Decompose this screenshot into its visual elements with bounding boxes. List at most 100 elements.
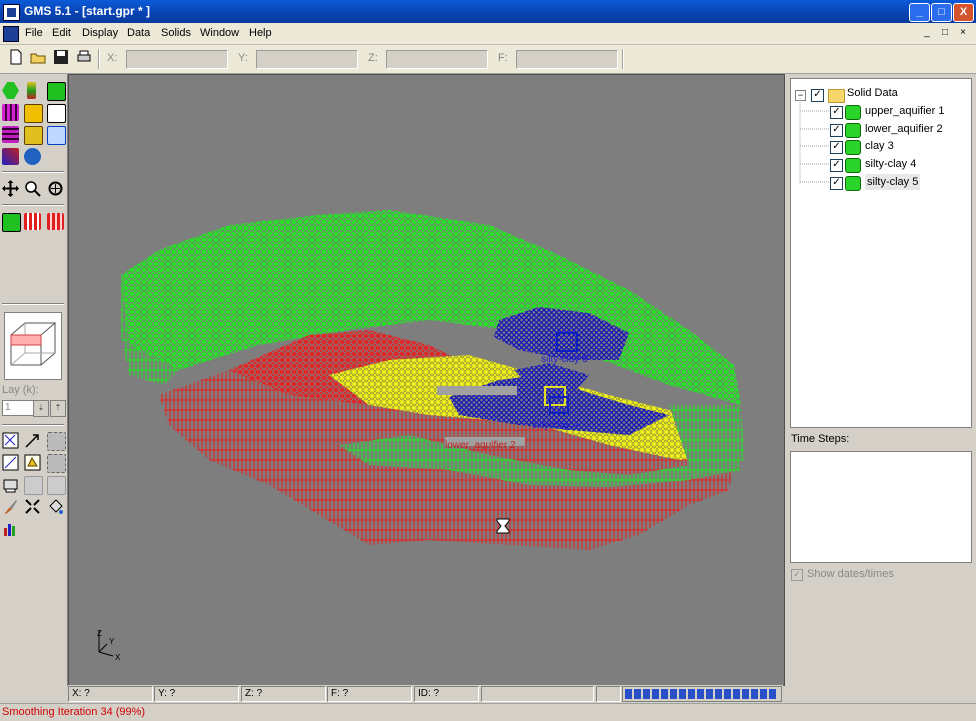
mesh3d-module-icon[interactable] [2, 126, 19, 143]
layer-down-button[interactable]: ⇣ [33, 400, 49, 417]
label-lower-aquifier-2: lower_aquifier 2 [445, 440, 516, 451]
scatter-module-icon[interactable] [47, 104, 66, 123]
solid-module-icon[interactable] [47, 82, 66, 101]
select-arrow-icon[interactable] [24, 432, 41, 449]
status-message: Smoothing Iteration 34 (99%) [2, 706, 146, 718]
menu-solids[interactable]: Solids [161, 27, 191, 39]
tree-item-label[interactable]: clay 3 [865, 138, 894, 154]
progress-segment [697, 689, 704, 699]
scatter3d-module-icon[interactable] [47, 126, 66, 145]
status-x: X: ? [68, 686, 153, 702]
mdi-minimize-button[interactable]: _ [920, 27, 934, 40]
toolbar: X: Y: Z: F: [0, 45, 976, 74]
paint-bucket-icon[interactable] [47, 498, 64, 515]
tree-item-label[interactable]: lower_aquifier 2 [865, 121, 943, 137]
mesh-module-icon[interactable] [2, 104, 19, 121]
disabled-tool-icon[interactable] [47, 476, 66, 495]
progress-segment [661, 689, 668, 699]
layer-up-button[interactable]: ⇡ [50, 400, 66, 417]
close-button[interactable]: X [953, 3, 974, 22]
progress-segment [688, 689, 695, 699]
menu-edit[interactable]: Edit [52, 27, 71, 39]
print-icon[interactable] [76, 49, 92, 65]
select-solid-icon[interactable] [2, 213, 21, 232]
mdi-close-button[interactable]: × [956, 27, 970, 40]
disabled-tool-icon[interactable] [24, 476, 43, 495]
tree-root-label[interactable]: Solid Data [847, 85, 898, 101]
show-dates-check[interactable]: ✓ [791, 569, 803, 581]
tree-lines [799, 98, 829, 183]
select-vertex-icon[interactable] [2, 432, 19, 449]
status-z: Z: ? [241, 686, 326, 702]
grid-module-icon[interactable] [24, 104, 43, 123]
show-dates-checkbox[interactable]: ✓ Show dates/times [791, 568, 894, 581]
tree-item-label[interactable]: upper_aquifier 1 [865, 103, 945, 119]
y-label: Y: [238, 52, 248, 64]
select-box-icon[interactable] [47, 454, 66, 473]
maximize-button[interactable]: □ [931, 3, 952, 22]
progress-segment [652, 689, 659, 699]
gis-globe-icon[interactable] [24, 148, 41, 165]
f-field[interactable] [516, 50, 618, 69]
select-polygon-icon[interactable] [24, 454, 41, 471]
layer-input[interactable]: 1 [2, 400, 34, 416]
menu-window[interactable]: Window [200, 27, 239, 39]
show-dates-label: Show dates/times [807, 568, 894, 580]
open-folder-icon[interactable] [30, 49, 46, 65]
toolbar-separator [98, 49, 100, 69]
explode-icon[interactable] [24, 498, 41, 515]
paint-brush-icon[interactable] [2, 498, 19, 515]
printer-select-icon[interactable] [2, 476, 19, 493]
cross-section-select-icon[interactable] [47, 213, 64, 230]
bar-chart-icon[interactable] [2, 520, 19, 537]
axis-triad: Z Y X [97, 629, 121, 662]
progress-segment [670, 689, 677, 699]
toolbar-separator [622, 49, 624, 69]
tool-palette: Lay (k): 1 ⇣ ⇡ [0, 74, 68, 686]
project-explorer: − ✓ Solid Data ✓ upper_aquifier 1 ✓ lowe… [785, 74, 976, 686]
cross-section-icon[interactable] [24, 213, 41, 230]
z-label: Z: [368, 52, 378, 64]
pan-icon[interactable] [2, 180, 19, 197]
app-icon[interactable] [3, 4, 20, 21]
grid3d-module-icon[interactable] [24, 126, 43, 145]
menu-file[interactable]: File [25, 27, 43, 39]
menu-data[interactable]: Data [127, 27, 150, 39]
x-field[interactable] [126, 50, 228, 69]
zoom-icon[interactable] [24, 180, 41, 197]
minimize-button[interactable]: _ [909, 3, 930, 22]
new-file-icon[interactable] [8, 49, 24, 65]
svg-text:X: X [115, 653, 121, 662]
select-region-icon[interactable] [47, 432, 66, 451]
data-tree: − ✓ Solid Data ✓ upper_aquifier 1 ✓ lowe… [790, 78, 972, 428]
save-icon[interactable] [53, 49, 69, 65]
z-field[interactable] [386, 50, 488, 69]
progress-segment [742, 689, 749, 699]
menu-display[interactable]: Display [82, 27, 118, 39]
status-blank [481, 686, 594, 702]
borehole-module-icon[interactable] [27, 82, 36, 99]
layer-cube-preview [4, 312, 62, 380]
time-steps-label: Time Steps: [791, 433, 850, 445]
map-module-icon[interactable] [2, 148, 19, 165]
time-steps-list[interactable] [790, 451, 972, 563]
message-line: Smoothing Iteration 34 (99%) [0, 703, 976, 721]
select-triangle-icon[interactable] [2, 454, 19, 471]
cube-icon [10, 322, 57, 366]
tree-item-label[interactable]: silty-clay 5 [865, 174, 921, 190]
progress-segment [751, 689, 758, 699]
graphics-viewport[interactable]: silty-clay 5 silty-clay 4 lower_aquifier… [68, 74, 785, 686]
y-field[interactable] [256, 50, 358, 69]
label-silty-clay-5: silty-clay 5 [541, 354, 588, 365]
tree-item-label[interactable]: silty-clay 4 [865, 156, 916, 172]
status-small [596, 686, 621, 702]
document-icon[interactable] [3, 26, 19, 42]
tin-module-icon[interactable] [2, 82, 19, 99]
rotate-icon[interactable] [47, 180, 64, 197]
window-title: GMS 5.1 - [start.gpr * ] [24, 4, 151, 18]
f-label: F: [498, 52, 508, 64]
progress-segment [760, 689, 767, 699]
mdi-restore-button[interactable]: □ [938, 27, 952, 40]
palette-separator [2, 424, 64, 426]
menu-help[interactable]: Help [249, 27, 272, 39]
